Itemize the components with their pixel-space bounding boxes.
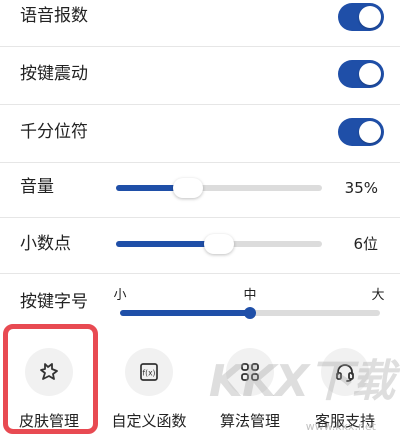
decimal-places-label: 小数点 (20, 234, 71, 254)
thousands-separator-label: 千分位符 (20, 122, 88, 142)
volume-slider[interactable] (116, 178, 322, 198)
key-vibration-row: 按键震动 (0, 58, 400, 94)
volume-slider-thumb[interactable] (173, 178, 204, 198)
decimal-places-value: 6位 (353, 235, 378, 253)
volume-value: 35% (344, 179, 378, 197)
font-size-thumb[interactable] (244, 307, 256, 319)
voice-announce-label: 语音报数 (20, 6, 88, 26)
key-vibration-label: 按键震动 (20, 64, 88, 84)
divider (0, 217, 400, 218)
custom-function-button[interactable]: f(x) 自定义函数 (104, 348, 194, 431)
volume-label: 音量 (20, 177, 54, 197)
font-size-tick-medium[interactable]: 中 (243, 288, 256, 304)
key-vibration-toggle[interactable] (338, 60, 384, 88)
watermark-logo: KKX下载 (208, 356, 395, 407)
function-icon: f(x) (125, 348, 173, 396)
font-size-track-fill (120, 310, 250, 316)
highlight-box (3, 324, 98, 434)
decimal-places-slider-thumb[interactable] (204, 234, 234, 254)
key-font-size-label: 按键字号 (20, 292, 88, 312)
font-size-tick-small[interactable]: 小 (113, 288, 126, 304)
divider (0, 273, 400, 274)
divider (0, 162, 400, 163)
toggle-knob (359, 6, 381, 28)
font-size-tick-large[interactable]: 大 (371, 288, 384, 304)
toggle-knob (359, 121, 381, 143)
font-size-track[interactable] (120, 307, 380, 319)
voice-announce-row: 语音报数 (0, 0, 400, 36)
volume-row: 音量 35% (0, 174, 400, 202)
key-font-size-row: 按键字号 小 中 大 (0, 284, 400, 320)
divider (0, 46, 400, 47)
custom-function-label: 自定义函数 (111, 412, 187, 430)
thousands-separator-toggle[interactable] (338, 118, 384, 146)
decimal-places-slider[interactable] (116, 234, 322, 254)
key-font-size-selector[interactable]: 小 中 大 (113, 288, 385, 324)
toggle-knob (359, 63, 381, 85)
divider (0, 104, 400, 105)
voice-announce-toggle[interactable] (338, 3, 384, 31)
algorithm-manage-label: 算法管理 (219, 412, 280, 430)
decimal-places-row: 小数点 6位 (0, 230, 400, 258)
thousands-separator-row: 千分位符 (0, 116, 400, 152)
svg-text:f(x): f(x) (143, 369, 156, 378)
watermark-url: www.kkx.net (305, 420, 376, 433)
